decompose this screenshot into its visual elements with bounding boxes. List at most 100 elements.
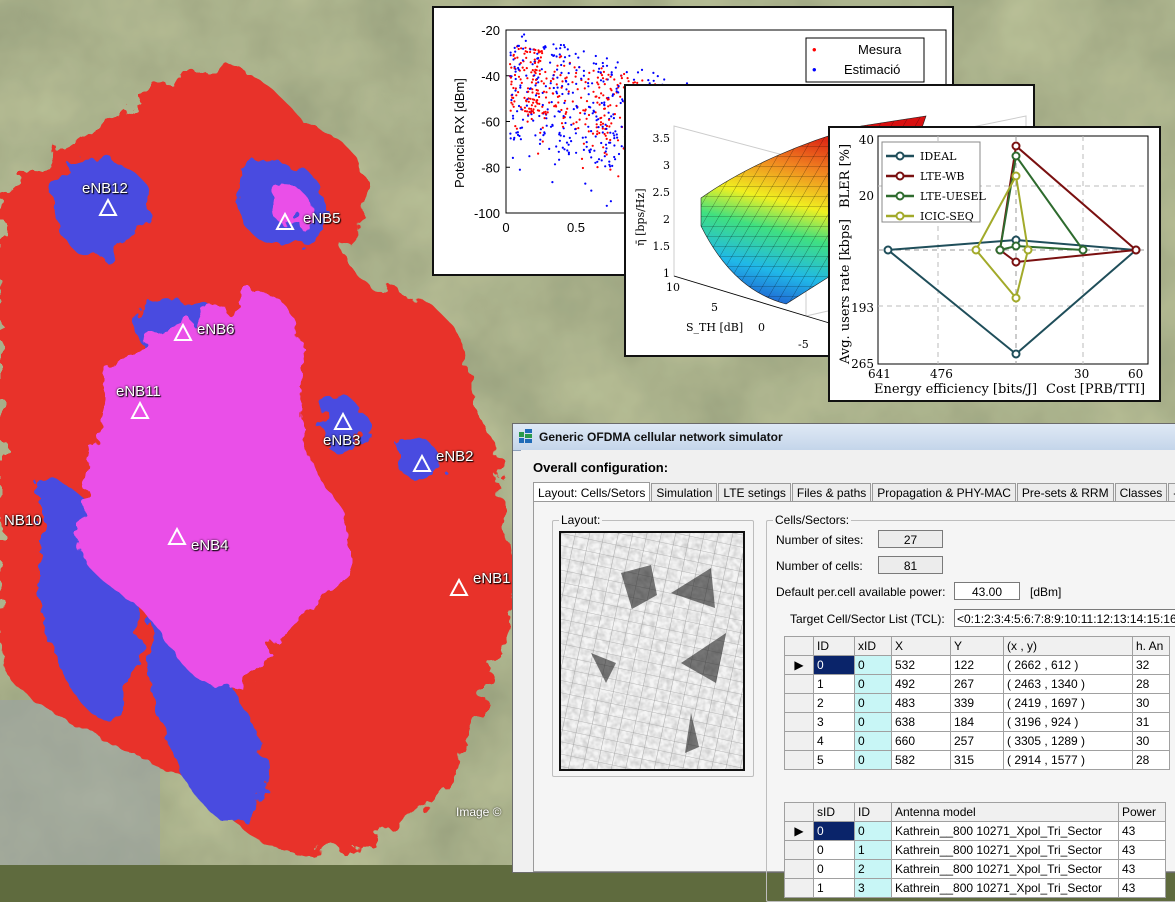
col-xy[interactable]: (x , y) <box>1003 636 1133 656</box>
tab-simulation[interactable]: Simulation <box>651 483 718 502</box>
tab-presets-rrm[interactable]: Pre-sets & RRM <box>1016 483 1114 502</box>
sites-cell[interactable]: 0 <box>854 693 892 713</box>
sectors-cell[interactable]: Kathrein__800 10271_Xpol_Tri_Sector <box>891 878 1119 898</box>
window-titlebar[interactable]: Generic OFDMA cellular network simulator <box>513 424 1175 451</box>
sites-row[interactable]: ▶ 0 0 532 122( 2662 , 612 ) 32 <box>784 655 1170 675</box>
sites-cell[interactable]: 257 <box>950 731 1004 751</box>
sites-cell[interactable]: 122 <box>950 655 1004 675</box>
row-header[interactable] <box>784 878 814 898</box>
sites-cell[interactable]: 31 <box>1132 712 1170 732</box>
sites-cell[interactable]: 184 <box>950 712 1004 732</box>
sites-cell[interactable]: 4 <box>813 731 855 751</box>
sites-row[interactable]: 4 0 660 257( 3305 , 1289 ) 30 <box>784 731 1170 751</box>
power-input[interactable]: 43.00 <box>954 582 1020 600</box>
sectors-cell[interactable]: 43 <box>1118 821 1166 841</box>
sites-cell[interactable]: 3 <box>813 712 855 732</box>
sites-row[interactable]: 1 0 492 267( 2463 , 1340 ) 28 <box>784 674 1170 694</box>
col-sid[interactable]: sID <box>813 802 855 822</box>
sites-cell[interactable]: ( 3305 , 1289 ) <box>1003 731 1133 751</box>
tab-propagation[interactable]: Propagation & PHY-MAC <box>872 483 1016 502</box>
row-header[interactable] <box>784 840 814 860</box>
sectors-cell[interactable]: 43 <box>1118 840 1166 860</box>
row-header[interactable] <box>784 674 814 694</box>
sectors-row[interactable]: 0 1 Kathrein__800 10271_Xpol_Tri_Sector 43 <box>784 840 1166 860</box>
sectors-cell[interactable]: Kathrein__800 10271_Xpol_Tri_Sector <box>891 859 1119 879</box>
layout-map-thumbnail[interactable] <box>559 531 745 771</box>
sites-cell[interactable]: ( 2463 , 1340 ) <box>1003 674 1133 694</box>
col-x[interactable]: X <box>891 636 951 656</box>
num-sites-field[interactable]: 27 <box>878 530 943 548</box>
sites-table[interactable]: ID xID X Y (x , y) h. An ▶ 0 0 532 122( 2662… <box>784 636 1170 770</box>
row-header[interactable] <box>784 859 814 879</box>
col-antenna-model[interactable]: Antenna model <box>891 802 1119 822</box>
sites-cell[interactable]: 267 <box>950 674 1004 694</box>
sites-cell[interactable]: 315 <box>950 750 1004 770</box>
sites-cell[interactable]: 28 <box>1132 750 1170 770</box>
sites-cell[interactable]: 30 <box>1132 693 1170 713</box>
rx-point <box>531 78 534 81</box>
sectors-row[interactable]: 0 2 Kathrein__800 10271_Xpol_Tri_Sector 43 <box>784 859 1166 879</box>
sites-cell[interactable]: 638 <box>891 712 951 732</box>
sites-cell[interactable]: 2 <box>813 693 855 713</box>
tab-layout[interactable]: Layout: Cells/Setors <box>533 482 651 503</box>
sites-cell[interactable]: ( 2662 , 612 ) <box>1003 655 1133 675</box>
sites-row[interactable]: 5 0 582 315( 2914 , 1577 ) 28 <box>784 750 1170 770</box>
sites-cell[interactable]: 0 <box>854 655 892 675</box>
sites-row[interactable]: 3 0 638 184( 3196 , 924 ) 31 <box>784 712 1170 732</box>
sites-row[interactable]: 2 0 483 339( 2419 , 1697 ) 30 <box>784 693 1170 713</box>
tab-more[interactable]: - <box>1168 483 1175 502</box>
sectors-cell[interactable]: Kathrein__800 10271_Xpol_Tri_Sector <box>891 840 1119 860</box>
sites-cell[interactable]: 32 <box>1132 655 1170 675</box>
row-header[interactable] <box>784 731 814 751</box>
sectors-cell[interactable]: 43 <box>1118 859 1166 879</box>
sites-cell[interactable]: ( 2914 , 1577 ) <box>1003 750 1133 770</box>
sites-cell[interactable]: 30 <box>1132 731 1170 751</box>
sectors-cell[interactable]: 3 <box>854 878 892 898</box>
sites-cell[interactable]: 492 <box>891 674 951 694</box>
sectors-cell[interactable]: Kathrein__800 10271_Xpol_Tri_Sector <box>891 821 1119 841</box>
sectors-cell[interactable]: 2 <box>854 859 892 879</box>
sectors-cell[interactable]: 1 <box>813 878 855 898</box>
row-header[interactable] <box>784 693 814 713</box>
tcl-input[interactable]: <0:1:2:3:4:5:6:7:8:9:10:11:12:13:14:15:1… <box>954 609 1175 627</box>
col-power[interactable]: Power <box>1118 802 1166 822</box>
col-id[interactable]: ID <box>813 636 855 656</box>
sites-cell[interactable]: 582 <box>891 750 951 770</box>
sectors-cell[interactable]: 0 <box>813 821 855 841</box>
row-header[interactable] <box>784 712 814 732</box>
sites-cell[interactable]: 0 <box>854 674 892 694</box>
sectors-row[interactable]: 1 3 Kathrein__800 10271_Xpol_Tri_Sector 43 <box>784 878 1166 898</box>
sites-cell[interactable]: 660 <box>891 731 951 751</box>
num-cells-field[interactable]: 81 <box>878 556 943 574</box>
sites-cell[interactable]: 28 <box>1132 674 1170 694</box>
tab-lte-settings[interactable]: LTE setings <box>718 483 791 502</box>
rx-point <box>548 101 551 104</box>
sectors-cell[interactable]: 1 <box>854 840 892 860</box>
col-sector-id[interactable]: ID <box>854 802 892 822</box>
sites-cell[interactable]: ( 3196 , 924 ) <box>1003 712 1133 732</box>
current-row-arrow-icon[interactable]: ▶ <box>784 821 814 841</box>
sites-cell[interactable]: 1 <box>813 674 855 694</box>
sectors-cell[interactable]: 0 <box>813 840 855 860</box>
row-header[interactable] <box>784 750 814 770</box>
sites-cell[interactable]: 339 <box>950 693 1004 713</box>
sites-cell[interactable]: 0 <box>813 655 855 675</box>
col-height[interactable]: h. An <box>1132 636 1170 656</box>
sectors-cell[interactable]: 43 <box>1118 878 1166 898</box>
sectors-cell[interactable]: 0 <box>813 859 855 879</box>
sites-cell[interactable]: 532 <box>891 655 951 675</box>
sites-cell[interactable]: 0 <box>854 712 892 732</box>
sectors-cell[interactable]: 0 <box>854 821 892 841</box>
sectors-table[interactable]: sID ID Antenna model Power ▶ 0 0 Kathrein__… <box>784 802 1166 898</box>
sites-cell[interactable]: 483 <box>891 693 951 713</box>
current-row-arrow-icon[interactable]: ▶ <box>784 655 814 675</box>
sites-cell[interactable]: 0 <box>854 731 892 751</box>
sites-cell[interactable]: ( 2419 , 1697 ) <box>1003 693 1133 713</box>
sectors-row[interactable]: ▶ 0 0 Kathrein__800 10271_Xpol_Tri_Sector 43 <box>784 821 1166 841</box>
col-y[interactable]: Y <box>950 636 1004 656</box>
sites-cell[interactable]: 0 <box>854 750 892 770</box>
tab-files-paths[interactable]: Files & paths <box>791 483 872 502</box>
sites-cell[interactable]: 5 <box>813 750 855 770</box>
col-xid[interactable]: xID <box>854 636 892 656</box>
tab-classes[interactable]: Classes <box>1114 483 1168 502</box>
